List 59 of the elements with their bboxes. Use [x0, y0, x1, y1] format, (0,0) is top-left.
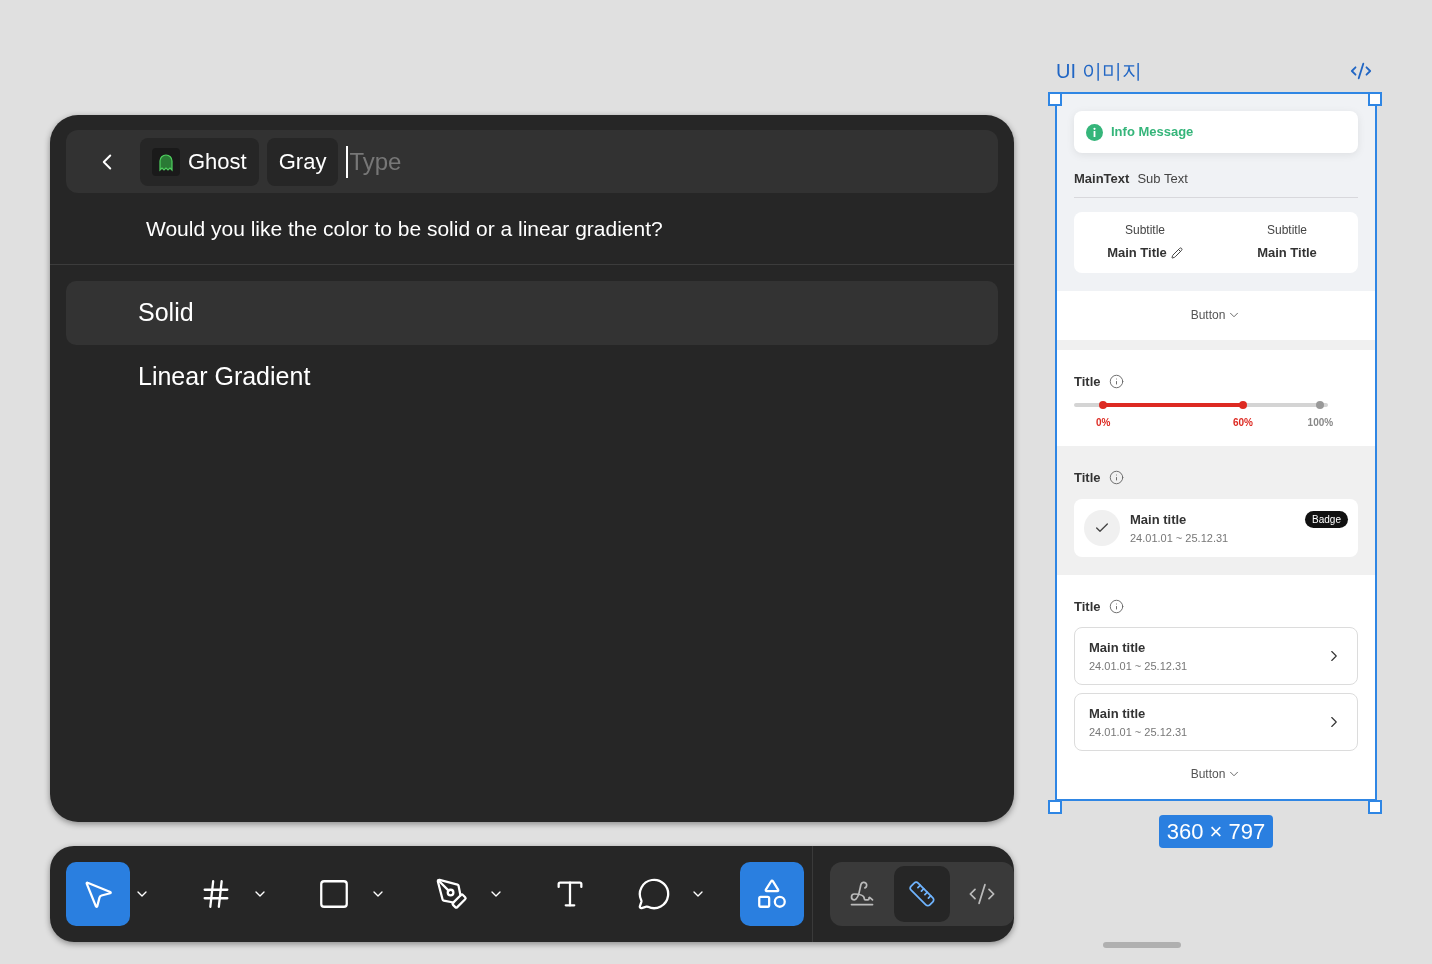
frame-title: UI 이미지 [1056, 59, 1142, 84]
section-title: Title [1074, 372, 1101, 391]
info-icon[interactable] [1108, 373, 1124, 389]
main-text: MainText [1074, 170, 1130, 188]
expand-button[interactable]: Button [1190, 306, 1242, 324]
shapes-icon [755, 877, 789, 911]
stat-subtitle: Subtitle [1267, 222, 1307, 240]
slider-thumb[interactable] [1099, 401, 1108, 409]
info-icon [1086, 123, 1103, 141]
command-input[interactable]: Type [346, 145, 998, 178]
scrollbar-handle[interactable] [1103, 942, 1181, 948]
ruler-pointer-icon [908, 880, 936, 908]
slider-label: 0% [1096, 416, 1111, 430]
list-card[interactable]: Main title 24.01.01 ~ 25.12.31 [1074, 627, 1358, 685]
option-item[interactable]: Linear Gradient [66, 344, 998, 409]
option-item[interactable]: Solid [66, 280, 998, 345]
slider-label: 100% [1307, 416, 1334, 430]
stat-title: Main Title [1107, 244, 1167, 263]
speech-bubble-icon [637, 877, 671, 911]
stat-title: Main Title [1257, 244, 1317, 263]
squiggle-icon [848, 880, 876, 908]
tool-button[interactable] [66, 862, 130, 926]
badge: Badge [1305, 511, 1348, 528]
size-label: 360 × 797 [1158, 815, 1274, 848]
range-slider[interactable] [1074, 401, 1328, 409]
info-icon[interactable] [1108, 598, 1124, 614]
question-text: Would you like the color to be solid or a linear gradient? [146, 216, 664, 242]
info-message-text: Info Message [1111, 123, 1194, 142]
section-title: Title [1074, 597, 1101, 616]
card-date: 24.01.01 ~ 25.12.31 [1130, 530, 1230, 546]
stat-subtitle: Subtitle [1125, 222, 1165, 240]
task-card[interactable]: Main title 24.01.01 ~ 25.12.31 Badge [1074, 499, 1358, 557]
list-card[interactable]: Main title 24.01.01 ~ 25.12.31 [1074, 693, 1358, 751]
pencil-icon[interactable] [1170, 247, 1183, 259]
resize-handle[interactable] [1048, 92, 1062, 106]
pen-nib-icon [435, 877, 469, 911]
card-date: 24.01.01 ~ 25.12.31 [1089, 658, 1189, 674]
ghost-icon [152, 147, 180, 176]
mode-button[interactable] [894, 866, 950, 922]
expand-button[interactable]: Button [1190, 765, 1242, 783]
card-title: Main title [1130, 511, 1188, 529]
card-title: Main title [1089, 705, 1147, 723]
resize-handle[interactable] [1368, 92, 1382, 106]
slider-thumb[interactable] [1316, 401, 1325, 409]
tool-button[interactable] [740, 862, 804, 926]
resize-handle[interactable] [1048, 800, 1062, 814]
slider-label: 60% [1232, 416, 1253, 430]
chip[interactable]: Gray [266, 137, 339, 186]
chip[interactable]: Ghost [140, 137, 259, 186]
info-icon[interactable] [1108, 469, 1124, 485]
code-icon[interactable] [1350, 60, 1372, 82]
sub-text: Sub Text [1137, 170, 1188, 188]
resize-handle[interactable] [1368, 800, 1382, 814]
slider-thumb[interactable] [1238, 401, 1247, 409]
square-icon [317, 877, 351, 911]
card-title: Main title [1089, 639, 1147, 657]
section-title: Title [1074, 468, 1101, 487]
card-date: 24.01.01 ~ 25.12.31 [1089, 724, 1189, 740]
command-input-bar[interactable]: Ghost Gray Type [66, 130, 998, 193]
